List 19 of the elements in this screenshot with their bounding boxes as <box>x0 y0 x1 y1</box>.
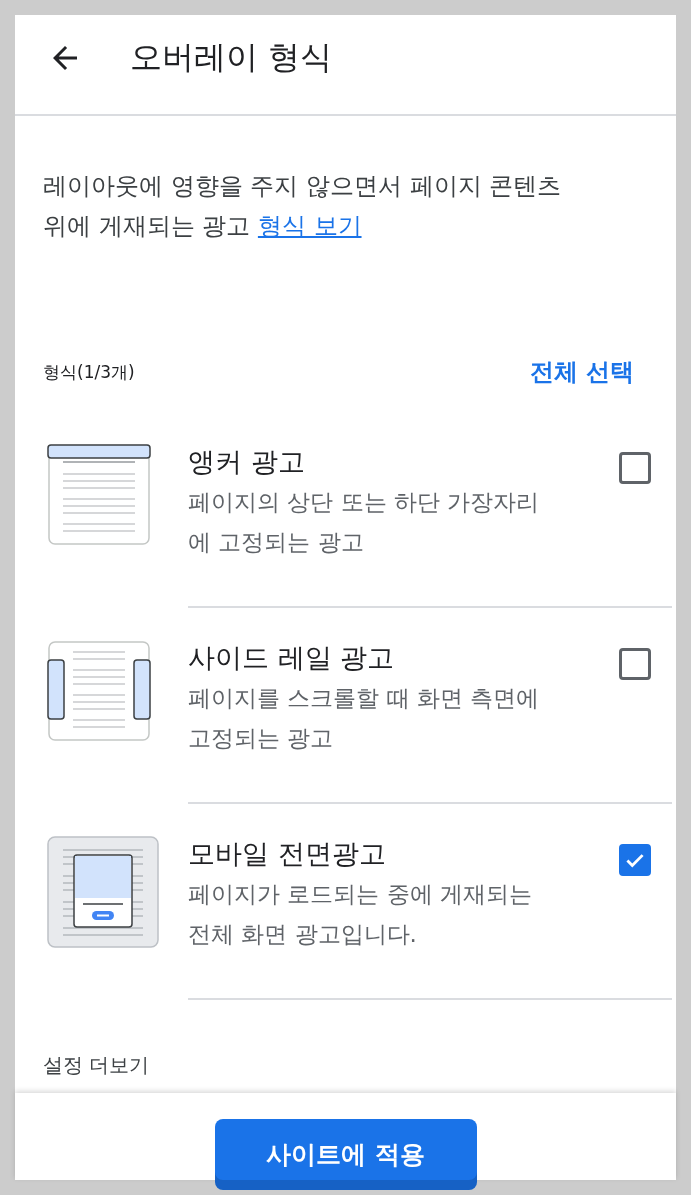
view-formats-link[interactable]: 형식 보기 <box>257 212 362 240</box>
format-description: 페이지의 상단 또는 하단 가장자리에 고정되는 광고 <box>188 488 541 557</box>
page-title: 오버레이 형식 <box>130 36 333 78</box>
description-text: 레이아웃에 영향을 주지 않으면서 페이지 콘텐츠 위에 게재되는 광고 형식 보기 <box>43 171 563 242</box>
format-description: 페이지가 로드되는 중에 게재되는 전체 화면 광고입니다. <box>188 880 533 949</box>
side-rail-ad-icon <box>47 640 151 744</box>
format-checkbox[interactable] <box>619 648 651 680</box>
apply-to-site-button[interactable]: 사이트에 적용 <box>214 1119 477 1190</box>
format-title: 사이드 레일 광고 <box>188 641 396 675</box>
format-checkbox[interactable] <box>619 452 651 484</box>
format-title: 앵커 광고 <box>188 445 306 479</box>
select-all-link[interactable]: 전체 선택 <box>529 356 634 388</box>
format-description: 페이지를 스크롤할 때 화면 측면에 고정되는 광고 <box>188 684 541 753</box>
anchor-ad-icon <box>47 444 151 548</box>
format-checkbox[interactable] <box>619 844 651 876</box>
more-settings-label[interactable]: 설정 더보기 <box>43 1052 676 1079</box>
interstitial-ad-icon <box>47 836 159 948</box>
formats-count-label: 형식(1/3개) <box>43 360 135 384</box>
format-title: 모바일 전면광고 <box>188 837 387 871</box>
